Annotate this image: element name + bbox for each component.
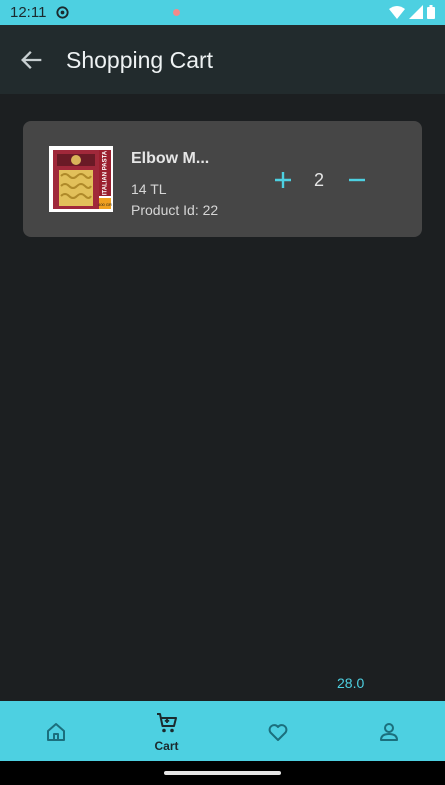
person-icon [380, 723, 398, 741]
product-image: ITALIAN PASTA 400 GR [49, 146, 113, 212]
battery-icon [427, 5, 435, 19]
page-title: Shopping Cart [66, 47, 214, 73]
heart-icon [268, 724, 288, 741]
arrow-left-icon[interactable] [18, 46, 46, 74]
settings-gear-icon [56, 6, 69, 19]
wifi-icon [389, 6, 405, 19]
product-name: Elbow M... [131, 150, 210, 167]
home-gesture-handle[interactable] [164, 771, 281, 775]
cart-total: 28.0 [337, 675, 365, 691]
product-id: Product Id: 22 [131, 202, 219, 218]
plus-icon[interactable] [271, 168, 295, 192]
svg-text:ITALIAN PASTA: ITALIAN PASTA [103, 150, 109, 195]
status-icons [389, 5, 435, 19]
nav-item-favorites[interactable] [222, 701, 333, 761]
cart-icon [157, 713, 177, 733]
app-bar: Shopping Cart [0, 25, 445, 94]
svg-text:400 GR: 400 GR [98, 202, 112, 207]
nav-item-profile[interactable] [333, 701, 444, 761]
status-bar: 12:11 [0, 0, 445, 25]
quantity-value: 2 [313, 170, 324, 190]
gesture-bar [0, 761, 445, 785]
nav-label-cart: Cart [154, 739, 179, 753]
bottom-nav: Cart [0, 701, 445, 761]
minus-icon[interactable] [345, 168, 369, 192]
nav-item-cart[interactable]: Cart [111, 701, 222, 761]
nav-item-home[interactable] [0, 701, 111, 761]
cart-badge [173, 9, 180, 16]
product-price: 14 TL [131, 181, 167, 197]
cart-item-card[interactable]: ITALIAN PASTA 400 GR Elbow M... 14 TL Pr… [23, 121, 422, 237]
home-icon [47, 723, 65, 741]
signal-icon [409, 5, 423, 19]
status-time: 12:11 [10, 4, 47, 21]
